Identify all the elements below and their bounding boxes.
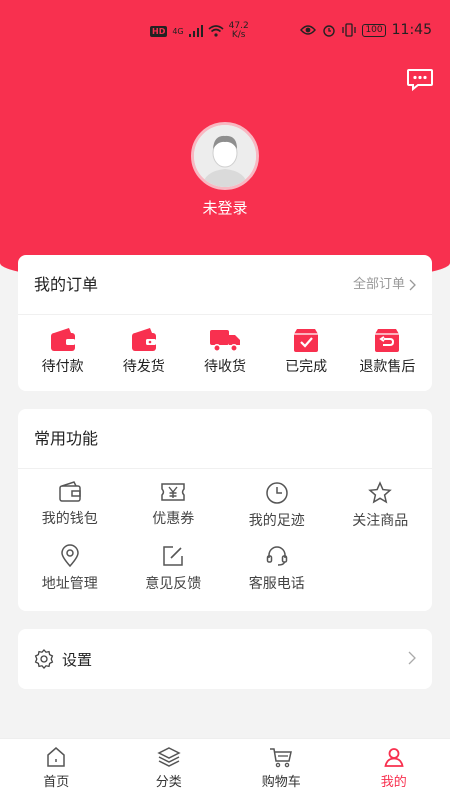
eye-icon [300, 25, 317, 35]
order-item-label: 退款售后 [359, 359, 416, 375]
login-status-text[interactable]: 未登录 [0, 197, 450, 218]
orders-title: 我的订单 [34, 275, 99, 294]
function-coupons[interactable]: 优惠券 [122, 481, 226, 530]
settings-label: 设置 [62, 650, 93, 669]
net-speed: 47.2 K/s [229, 22, 249, 40]
all-orders-label: 全部订单 [352, 277, 405, 292]
order-item-label: 待发货 [122, 359, 165, 375]
location-pin-icon [60, 544, 79, 568]
tab-label: 分类 [155, 775, 182, 790]
order-item-label: 已完成 [285, 359, 328, 375]
bottom-tab-bar: 首页 分类 购物车 我的 [0, 738, 450, 800]
cart-icon [270, 748, 293, 768]
signal-icon [188, 25, 203, 37]
tab-label: 购物车 [261, 775, 301, 790]
order-status-list: 待付款 待发货 待收货 已完成 退款售后 [18, 315, 432, 376]
order-pending-shipment[interactable]: 待发货 [106, 327, 182, 376]
function-label: 我的钱包 [41, 511, 98, 527]
refund-icon [375, 329, 400, 352]
clock-icon [266, 482, 288, 504]
signal-label: 4G [172, 26, 184, 36]
chevron-right-icon [408, 651, 416, 665]
wallet-icon [50, 328, 75, 351]
clock-time: 11:45 [391, 22, 432, 38]
box-check-icon [294, 329, 319, 352]
status-right: 100 11:45 [300, 22, 432, 38]
alarm-icon [323, 25, 336, 37]
edit-icon [163, 546, 183, 566]
order-refund[interactable]: 退款售后 [349, 327, 425, 376]
battery-indicator: 100 [362, 23, 386, 37]
functions-grid: 我的钱包 优惠券 我的足迹 关注商品 地址管理 意见反馈 客服电话 [18, 469, 432, 607]
tab-label: 首页 [43, 775, 70, 790]
function-wallet[interactable]: 我的钱包 [18, 481, 122, 530]
function-favorites[interactable]: 关注商品 [329, 481, 433, 530]
tab-cart[interactable]: 购物车 [225, 739, 338, 800]
tab-home[interactable]: 首页 [0, 739, 113, 800]
net-speed-unit: K/s [231, 30, 246, 40]
vibrate-icon [342, 23, 357, 37]
orders-header: 我的订单 全部订单 [18, 255, 432, 315]
ship-wallet-icon [131, 328, 156, 351]
gear-icon [34, 649, 54, 669]
function-customer-service[interactable]: 客服电话 [225, 544, 329, 593]
coupon-icon [161, 483, 185, 501]
home-icon [47, 747, 65, 767]
function-label: 意见反馈 [145, 576, 202, 592]
wallet-outline-icon [59, 481, 81, 502]
functions-title: 常用功能 [34, 429, 99, 448]
function-label: 地址管理 [41, 576, 98, 592]
chat-bubble-icon [407, 69, 433, 92]
function-label: 关注商品 [352, 513, 409, 529]
hd-badge: HD [150, 25, 168, 37]
truck-icon [209, 330, 240, 352]
tab-category[interactable]: 分类 [113, 739, 226, 800]
status-left: HD 4G 47.2 K/s [150, 22, 249, 40]
star-icon [368, 481, 393, 504]
settings-row[interactable]: 设置 [18, 629, 432, 689]
default-avatar-icon [194, 125, 256, 187]
settings-card: 设置 [18, 629, 432, 689]
chevron-right-icon [409, 279, 416, 291]
function-feedback[interactable]: 意见反馈 [122, 544, 226, 593]
order-pending-payment[interactable]: 待付款 [25, 327, 101, 376]
wifi-icon [208, 25, 224, 37]
tab-label: 我的 [380, 775, 407, 790]
user-icon [384, 748, 404, 767]
function-label: 优惠券 [152, 511, 195, 527]
order-item-label: 待收货 [203, 359, 246, 375]
order-completed[interactable]: 已完成 [268, 327, 344, 376]
tab-mine[interactable]: 我的 [338, 739, 450, 800]
avatar[interactable] [191, 122, 259, 190]
functions-header: 常用功能 [18, 409, 432, 469]
function-footprint[interactable]: 我的足迹 [225, 481, 329, 530]
message-button[interactable] [406, 68, 434, 92]
functions-card: 常用功能 我的钱包 优惠券 我的足迹 关注商品 地址管理 意见反馈 客服电话 [18, 409, 432, 611]
function-address[interactable]: 地址管理 [18, 544, 122, 593]
function-label: 我的足迹 [248, 513, 305, 529]
order-item-label: 待付款 [41, 359, 84, 375]
orders-card: 我的订单 全部订单 待付款 待发货 待收货 已完成 退款售后 [18, 255, 432, 391]
status-bar: HD 4G 47.2 K/s 100 11:45 [0, 0, 450, 66]
headset-icon [266, 546, 287, 566]
all-orders-link[interactable]: 全部订单 [353, 255, 416, 315]
layers-icon [157, 747, 181, 767]
function-label: 客服电话 [248, 576, 305, 592]
order-pending-receipt[interactable]: 待收货 [187, 327, 263, 376]
